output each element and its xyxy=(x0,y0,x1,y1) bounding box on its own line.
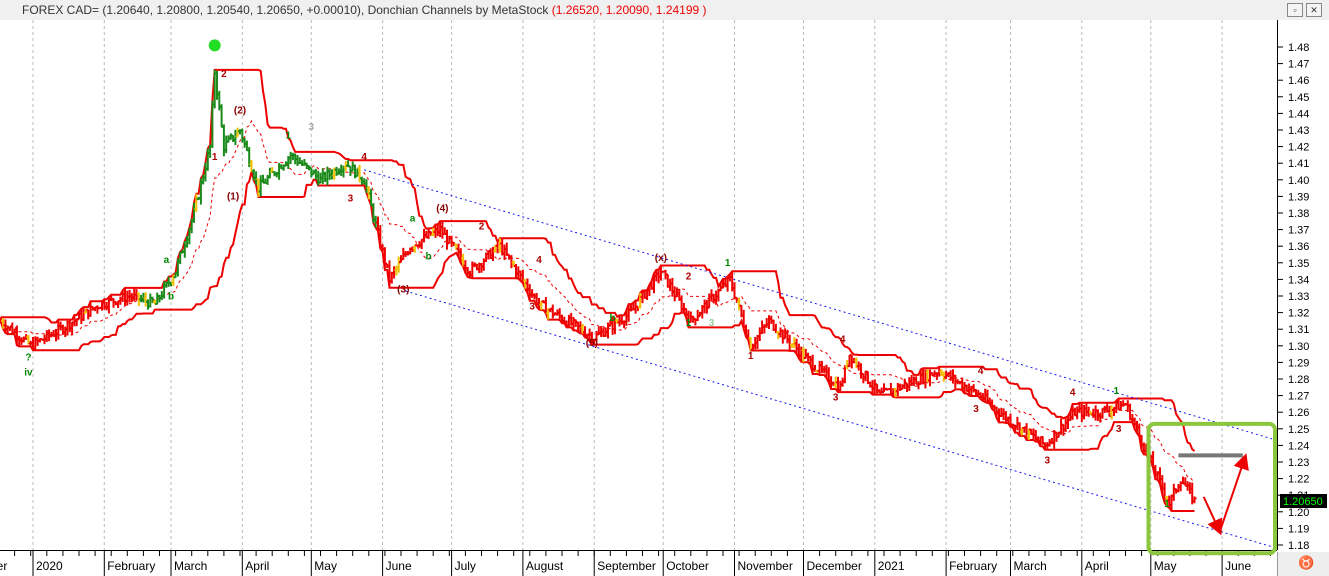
wave-label: 3 xyxy=(1045,456,1051,467)
wave-label: 4 xyxy=(840,334,846,345)
y-tick-label: 1.20 xyxy=(1288,507,1309,519)
y-tick-label: 1.18 xyxy=(1288,540,1309,552)
y-tick-label: 1.27 xyxy=(1288,391,1309,403)
x-tick-label: November xyxy=(738,559,793,573)
wave-label: b xyxy=(168,291,174,302)
y-tick-label: 1.32 xyxy=(1288,308,1309,320)
y-tick-label: 1.34 xyxy=(1288,274,1309,286)
wave-label: (x) xyxy=(655,253,667,264)
x-tick-label: December xyxy=(807,559,862,573)
x-tick-label: April xyxy=(1085,559,1109,573)
wave-label: a xyxy=(164,255,170,266)
y-tick-label: 1.33 xyxy=(1288,291,1309,303)
wave-label: a xyxy=(410,213,416,224)
symbol-label: FOREX CAD= xyxy=(22,3,100,17)
wave-label: (3) xyxy=(397,285,409,296)
wave-label: (5) xyxy=(586,338,598,349)
x-tick-label: June xyxy=(386,559,412,573)
wave-label: 2 xyxy=(221,69,227,80)
wave-label: 3 xyxy=(348,193,354,204)
wave-label: 1 xyxy=(686,318,692,329)
wave-label: 1 xyxy=(212,152,218,163)
bull-icon[interactable]: ♉ xyxy=(1277,552,1329,576)
y-tick-label: 1.35 xyxy=(1288,258,1309,270)
wave-label: 1 xyxy=(748,351,754,362)
y-tick-label: 1.46 xyxy=(1288,75,1309,87)
wave-label: 4 xyxy=(1070,388,1076,399)
y-tick-label: 1.23 xyxy=(1288,457,1309,469)
x-tick-label: February xyxy=(949,559,997,573)
wave-label: 3 xyxy=(973,404,979,415)
x-tick-label: mber xyxy=(0,559,7,573)
indicator-values: (1.26520, 1.20090, 1.24199 ) xyxy=(551,3,707,17)
y-tick-label: 1.31 xyxy=(1288,324,1309,336)
wave-label: 1 xyxy=(725,258,731,269)
wave-label: 3 xyxy=(709,318,715,329)
x-tick-label: 2021 xyxy=(878,559,905,573)
y-tick-label: 1.41 xyxy=(1288,158,1309,170)
y-tick-label: 1.24 xyxy=(1288,440,1309,452)
x-tick-label: August xyxy=(526,559,564,573)
wave-label: iv xyxy=(24,368,33,379)
y-tick-label: 1.39 xyxy=(1288,191,1309,203)
y-tick-label: 1.40 xyxy=(1288,175,1309,187)
y-tick-label: 1.48 xyxy=(1288,42,1309,54)
x-tick-label: October xyxy=(666,559,709,573)
x-tick-label: May xyxy=(314,559,337,573)
indicator-name: Donchian Channels by MetaStock xyxy=(367,3,549,17)
y-tick-label: 1.26 xyxy=(1288,407,1309,419)
wave-label: b xyxy=(610,313,616,324)
y-tick-label: 1.22 xyxy=(1288,474,1309,486)
x-tick-label: 2020 xyxy=(36,559,63,573)
x-tick-label: July xyxy=(455,559,476,573)
wave-label: (4) xyxy=(436,203,448,214)
wave-label: 3 xyxy=(309,122,315,133)
y-tick-label: 1.38 xyxy=(1288,208,1309,220)
close-button[interactable]: ✕ xyxy=(1306,3,1322,17)
wave-marker-1 xyxy=(208,39,221,52)
title-bar: FOREX CAD= (1.20640, 1.20800, 1.20540, 1… xyxy=(0,0,1329,21)
y-tick-label: 1.42 xyxy=(1288,142,1309,154)
y-tick-label: 1.45 xyxy=(1288,92,1309,104)
wave-label: (1) xyxy=(227,192,239,203)
wave-label: (2) xyxy=(234,105,246,116)
wave-label: 4 xyxy=(536,255,542,266)
y-tick-label: 1.25 xyxy=(1288,424,1309,436)
ohlc-values: (1.20640, 1.20800, 1.20540, 1.20650, +0.… xyxy=(102,3,365,17)
wave-label: 3 xyxy=(1116,424,1122,435)
y-tick-label: 1.28 xyxy=(1288,374,1309,386)
wave-label: 2 xyxy=(686,271,692,282)
y-tick-label: 1.43 xyxy=(1288,125,1309,137)
wave-label: 3 xyxy=(833,393,839,404)
x-tick-label: May xyxy=(1154,559,1177,573)
last-price-label: 1.20650 xyxy=(1283,496,1323,508)
plot-area xyxy=(0,20,1277,550)
y-tick-label: 1.37 xyxy=(1288,225,1309,237)
y-tick-label: 1.36 xyxy=(1288,241,1309,253)
wave-label: b xyxy=(426,251,432,262)
y-tick-label: 1.29 xyxy=(1288,357,1309,369)
wave-label: 4 xyxy=(361,152,367,163)
y-tick-label: 1.47 xyxy=(1288,59,1309,71)
wave-label: ? xyxy=(25,353,31,364)
wave-label: 1 xyxy=(286,130,292,141)
x-tick-label: February xyxy=(107,559,155,573)
wave-label: 3 xyxy=(529,301,535,312)
y-tick-label: 1.44 xyxy=(1288,108,1309,120)
x-tick-label: April xyxy=(245,559,269,573)
x-tick-label: September xyxy=(597,559,656,573)
y-tick-label: 1.30 xyxy=(1288,341,1309,353)
x-tick-label: June xyxy=(1225,559,1251,573)
y-tick-label: 1.19 xyxy=(1288,523,1309,535)
restore-button[interactable]: ▫ xyxy=(1287,3,1303,17)
wave-label: 1 xyxy=(1114,386,1120,397)
x-tick-label: March xyxy=(1014,559,1047,573)
wave-label: 1 xyxy=(1164,499,1170,510)
x-tick-label: March xyxy=(174,559,207,573)
wave-label: 4 xyxy=(978,366,984,377)
wave-label: 2 xyxy=(479,222,485,233)
price-chart[interactable]: 1.181.191.201.211.221.231.241.251.261.27… xyxy=(0,20,1329,576)
